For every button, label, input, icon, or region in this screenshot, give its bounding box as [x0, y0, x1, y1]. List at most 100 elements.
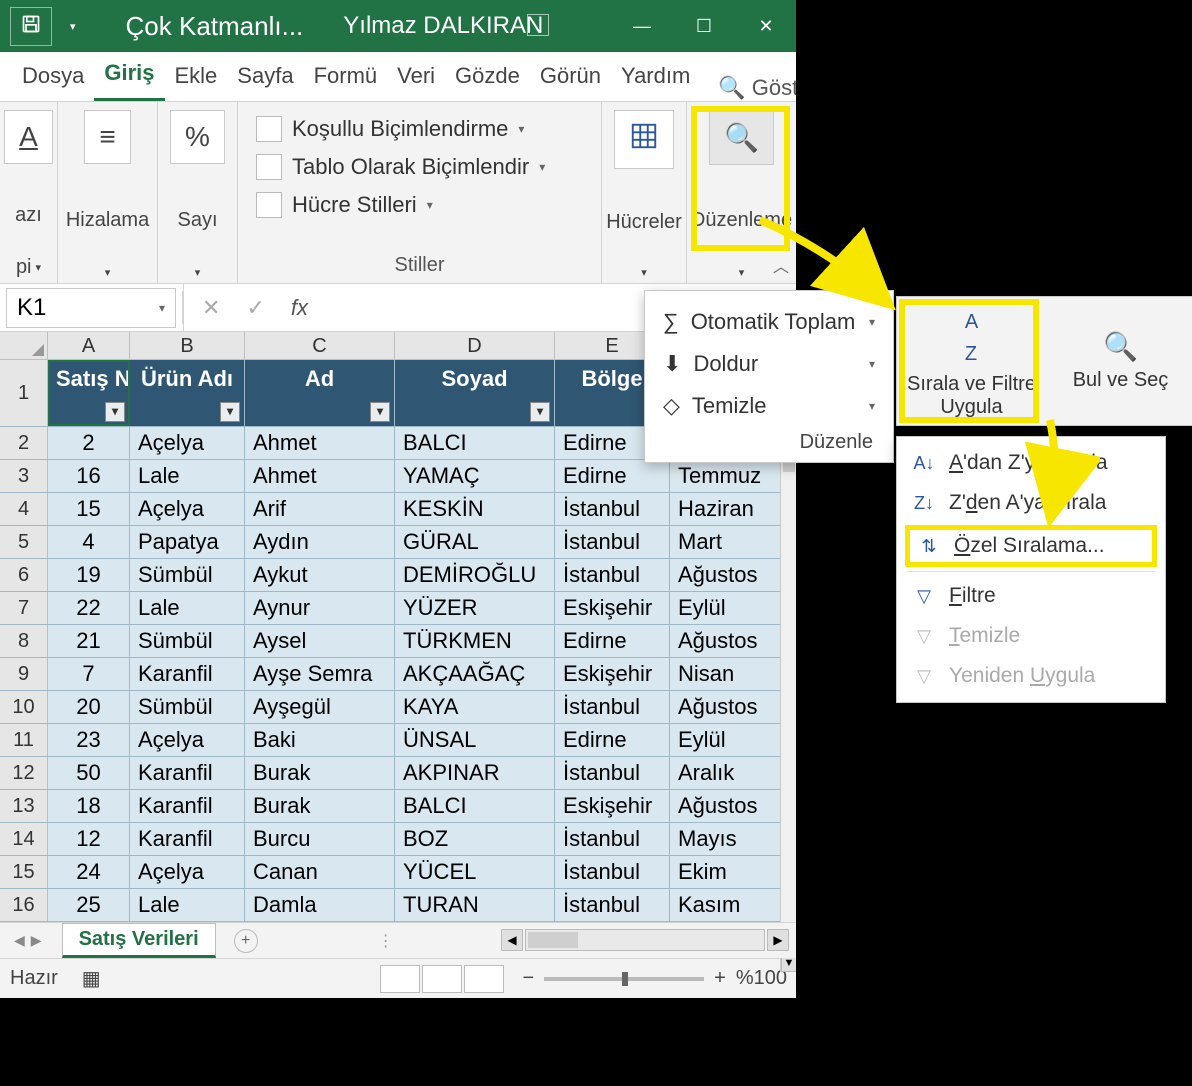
cell[interactable]: YAMAÇ: [395, 460, 555, 492]
cell[interactable]: DEMİROĞLU: [395, 559, 555, 591]
cell[interactable]: BALCI: [395, 427, 555, 459]
header-ad[interactable]: Ad▾: [245, 360, 395, 426]
cell[interactable]: Canan: [245, 856, 395, 888]
cell[interactable]: Ağustos: [670, 625, 785, 657]
cell[interactable]: Sümbül: [130, 559, 245, 591]
cell[interactable]: 21: [48, 625, 130, 657]
qat-dropdown[interactable]: ▾: [70, 20, 76, 33]
row-header[interactable]: 6: [0, 559, 48, 591]
cell[interactable]: Karanfil: [130, 823, 245, 855]
cell[interactable]: Karanfil: [130, 658, 245, 690]
cell[interactable]: AKPINAR: [395, 757, 555, 789]
tab-formul[interactable]: Formü: [304, 53, 388, 101]
cell[interactable]: İstanbul: [555, 856, 670, 888]
table-row[interactable]: 415AçelyaArifKESKİNİstanbulHaziran: [0, 493, 797, 526]
autosum-item[interactable]: ∑ Otomatik Toplam ▾: [659, 301, 879, 343]
col-header-c[interactable]: C: [245, 332, 395, 359]
zoom-out-icon[interactable]: −: [522, 967, 534, 990]
ribbon-mode-icon[interactable]: [527, 14, 549, 36]
row-header[interactable]: 10: [0, 691, 48, 723]
cell[interactable]: 7: [48, 658, 130, 690]
cell[interactable]: Ağustos: [670, 691, 785, 723]
cell[interactable]: İstanbul: [555, 559, 670, 591]
row-header[interactable]: 3: [0, 460, 48, 492]
custom-sort[interactable]: ⇅Özel Sıralama...: [910, 530, 1152, 562]
maximize-button[interactable]: ☐: [673, 0, 735, 52]
cell[interactable]: Edirne: [555, 625, 670, 657]
cell[interactable]: Açelya: [130, 493, 245, 525]
cell[interactable]: İstanbul: [555, 823, 670, 855]
tab-ekle[interactable]: Ekle: [165, 53, 228, 101]
table-row[interactable]: 821SümbülAyselTÜRKMENEdirneAğustos: [0, 625, 797, 658]
filter-dropdown-icon[interactable]: ▾: [220, 402, 240, 422]
horizontal-scrollbar[interactable]: ◀ ▶: [501, 929, 789, 951]
cells-button[interactable]: [614, 110, 674, 169]
cell[interactable]: Eskişehir: [555, 592, 670, 624]
number-button[interactable]: %: [170, 110, 225, 164]
cell[interactable]: İstanbul: [555, 526, 670, 558]
cell[interactable]: YÜZER: [395, 592, 555, 624]
filter-dropdown-icon[interactable]: ▾: [530, 402, 550, 422]
row-header[interactable]: 16: [0, 889, 48, 921]
cell[interactable]: Burak: [245, 757, 395, 789]
fx-icon[interactable]: fx: [291, 295, 308, 321]
cell[interactable]: Mayıs: [670, 823, 785, 855]
cell[interactable]: 22: [48, 592, 130, 624]
cell[interactable]: Karanfil: [130, 790, 245, 822]
table-row[interactable]: 316LaleAhmetYAMAÇEdirneTemmuz: [0, 460, 797, 493]
cell[interactable]: GÜRAL: [395, 526, 555, 558]
cell[interactable]: İstanbul: [555, 889, 670, 921]
row-header[interactable]: 9: [0, 658, 48, 690]
table-row[interactable]: 97KaranfilAyşe SemraAKÇAAĞAÇEskişehirNis…: [0, 658, 797, 691]
cell[interactable]: Ağustos: [670, 790, 785, 822]
filter-dropdown-icon[interactable]: ▾: [105, 402, 125, 422]
cell[interactable]: Burak: [245, 790, 395, 822]
row-header[interactable]: 11: [0, 724, 48, 756]
cell[interactable]: Ayşegül: [245, 691, 395, 723]
find-select-button[interactable]: 🔍 Bul ve Seç: [1046, 297, 1192, 425]
cell[interactable]: Lale: [130, 889, 245, 921]
chevron-down-icon[interactable]: ▾: [869, 399, 875, 413]
cell[interactable]: Haziran: [670, 493, 785, 525]
select-all-corner[interactable]: [0, 332, 48, 359]
close-button[interactable]: ✕: [735, 0, 797, 52]
save-button[interactable]: [10, 7, 52, 46]
cell[interactable]: İstanbul: [555, 691, 670, 723]
cell[interactable]: Açelya: [130, 427, 245, 459]
cell[interactable]: 18: [48, 790, 130, 822]
cell[interactable]: Açelya: [130, 724, 245, 756]
table-row[interactable]: 1250KaranfilBurakAKPINARİstanbulAralık: [0, 757, 797, 790]
cell-styles[interactable]: Hücre Stilleri▾: [252, 186, 587, 224]
cell[interactable]: Nisan: [670, 658, 785, 690]
col-header-a[interactable]: A: [48, 332, 130, 359]
chevron-down-icon[interactable]: ▾: [869, 357, 875, 371]
accept-formula-icon[interactable]: ✓: [246, 295, 264, 321]
view-page-break[interactable]: [464, 965, 504, 993]
cell[interactable]: 50: [48, 757, 130, 789]
cancel-formula-icon[interactable]: ✕: [202, 295, 220, 321]
cell[interactable]: 25: [48, 889, 130, 921]
row-header[interactable]: 7: [0, 592, 48, 624]
minimize-button[interactable]: —: [611, 0, 673, 52]
table-row[interactable]: 1020SümbülAyşegülKAYAİstanbulAğustos: [0, 691, 797, 724]
cell[interactable]: 23: [48, 724, 130, 756]
tab-gorunum[interactable]: Görün: [530, 53, 611, 101]
row-header[interactable]: 14: [0, 823, 48, 855]
filter-item[interactable]: ▽Filtre: [901, 576, 1161, 616]
cell[interactable]: 19: [48, 559, 130, 591]
cell[interactable]: Aysel: [245, 625, 395, 657]
table-row[interactable]: 54PapatyaAydınGÜRALİstanbulMart: [0, 526, 797, 559]
cell[interactable]: Aydın: [245, 526, 395, 558]
cell[interactable]: Ekim: [670, 856, 785, 888]
header-satis-no[interactable]: Satış No▾: [48, 360, 130, 426]
row-header[interactable]: 12: [0, 757, 48, 789]
conditional-formatting[interactable]: Koşullu Biçimlendirme▾: [252, 110, 587, 148]
cell[interactable]: KAYA: [395, 691, 555, 723]
chevron-down-icon[interactable]: ▾: [869, 315, 875, 329]
cell[interactable]: 16: [48, 460, 130, 492]
format-as-table[interactable]: Tablo Olarak Biçimlendir▾: [252, 148, 587, 186]
cell[interactable]: BALCI: [395, 790, 555, 822]
cell[interactable]: 20: [48, 691, 130, 723]
cell[interactable]: 15: [48, 493, 130, 525]
zoom-in-icon[interactable]: +: [714, 967, 726, 990]
